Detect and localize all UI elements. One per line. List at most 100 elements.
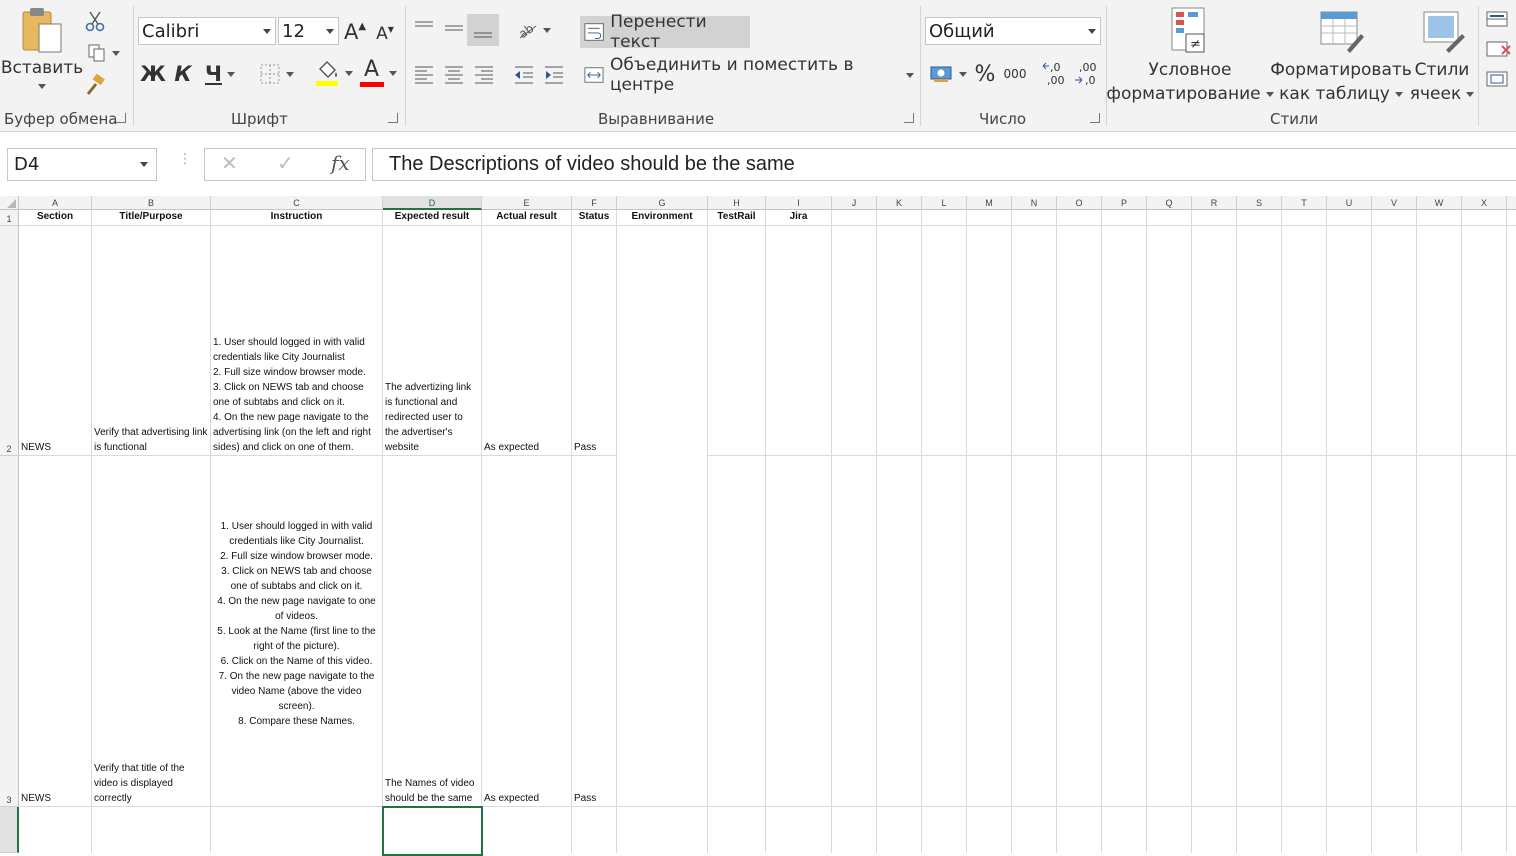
column-header-r[interactable]: R bbox=[1192, 196, 1237, 210]
column-header-q[interactable]: Q bbox=[1147, 196, 1192, 210]
select-all-corner[interactable] bbox=[0, 196, 19, 210]
column-header-x[interactable]: X bbox=[1462, 196, 1507, 210]
cell-d3[interactable]: The Names of video should be the same bbox=[383, 456, 482, 807]
cell-b4[interactable] bbox=[92, 807, 211, 853]
name-box[interactable]: D4 bbox=[7, 148, 157, 181]
align-top-button[interactable] bbox=[410, 14, 438, 42]
row-header-1[interactable]: 1 bbox=[0, 210, 19, 226]
column-header-w[interactable]: W bbox=[1417, 196, 1462, 210]
column-header-g[interactable]: G bbox=[617, 196, 708, 210]
column-header-t[interactable]: T bbox=[1282, 196, 1327, 210]
cell-h1[interactable]: TestRail bbox=[708, 210, 766, 226]
cut-button[interactable] bbox=[82, 8, 108, 34]
cell-c1[interactable]: Instruction bbox=[211, 210, 383, 226]
shrink-font-button[interactable]: A ▼ bbox=[372, 20, 398, 48]
align-middle-button[interactable] bbox=[440, 14, 468, 42]
worksheet-grid[interactable]: A B C D E F G H I J K L M N O P Q R S T … bbox=[0, 196, 1516, 856]
row-header-2[interactable]: 2 bbox=[0, 226, 19, 456]
cell-a4[interactable] bbox=[19, 807, 92, 853]
cell-c3[interactable]: 1. User should logged in with valid cred… bbox=[211, 456, 383, 807]
column-header-o[interactable]: O bbox=[1057, 196, 1102, 210]
font-color-button[interactable]: A bbox=[356, 58, 400, 88]
fill-color-button[interactable] bbox=[311, 58, 355, 88]
column-header-p[interactable]: P bbox=[1102, 196, 1147, 210]
column-header-e[interactable]: E bbox=[482, 196, 572, 210]
column-header-j[interactable]: J bbox=[832, 196, 877, 210]
font-size-select[interactable]: 12 bbox=[278, 17, 339, 45]
cell-a2[interactable]: NEWS bbox=[19, 226, 92, 456]
percent-style-button[interactable]: % bbox=[972, 60, 998, 88]
format-painter-button[interactable] bbox=[82, 72, 108, 98]
column-header-d[interactable]: D bbox=[383, 196, 482, 210]
alignment-dialog-launcher-icon[interactable] bbox=[904, 113, 914, 123]
cell-f1[interactable]: Status bbox=[572, 210, 617, 226]
column-header-b[interactable]: B bbox=[92, 196, 211, 210]
increase-indent-button[interactable] bbox=[540, 60, 568, 88]
cell-i1[interactable]: Jira bbox=[766, 210, 832, 226]
cell-c2[interactable]: 1. User should logged in with valid cred… bbox=[211, 226, 383, 456]
font-dialog-launcher-icon[interactable] bbox=[388, 113, 398, 123]
formula-input[interactable]: The Descriptions of video should be the … bbox=[372, 148, 1516, 181]
format-as-table-button[interactable]: Форматировать как таблицу bbox=[1270, 6, 1412, 106]
decrease-decimal-button[interactable]: ,00,0 bbox=[1072, 58, 1102, 90]
cell-d1[interactable]: Expected result bbox=[383, 210, 482, 226]
column-header-n[interactable]: N bbox=[1012, 196, 1057, 210]
merge-center-button[interactable]: Объединить и поместить в центре bbox=[580, 55, 914, 95]
column-header-u[interactable]: U bbox=[1327, 196, 1372, 210]
comma-style-button[interactable]: 000 bbox=[1002, 60, 1028, 88]
align-left-button[interactable] bbox=[410, 60, 438, 88]
cell-styles-button[interactable]: Стили ячеек bbox=[1410, 6, 1475, 106]
insert-cells-button[interactable] bbox=[1486, 8, 1516, 32]
cell-e4[interactable] bbox=[482, 807, 572, 853]
cell-a1[interactable]: Section bbox=[19, 210, 92, 226]
align-right-button[interactable] bbox=[470, 60, 498, 88]
increase-decimal-button[interactable]: ,0,00 bbox=[1040, 58, 1070, 90]
wrap-text-button[interactable]: Перенести текст bbox=[580, 12, 750, 52]
column-header-s[interactable]: S bbox=[1237, 196, 1282, 210]
borders-button[interactable] bbox=[254, 60, 298, 88]
grow-font-button[interactable]: A ▲ bbox=[342, 18, 368, 46]
font-name-select[interactable]: Calibri bbox=[138, 17, 276, 45]
align-bottom-button[interactable] bbox=[467, 14, 499, 46]
cell-f2[interactable]: Pass bbox=[572, 226, 617, 456]
cell-b3[interactable]: Verify that title of the video is displa… bbox=[92, 456, 211, 807]
decrease-indent-button[interactable] bbox=[510, 60, 538, 88]
cell-d2[interactable]: The advertizing link is functional and r… bbox=[383, 226, 482, 456]
copy-button[interactable] bbox=[82, 40, 124, 66]
formula-bar-splitter[interactable]: ⋮ bbox=[178, 152, 192, 174]
column-header-partial[interactable] bbox=[1507, 196, 1516, 210]
delete-cells-button[interactable] bbox=[1486, 38, 1516, 62]
column-header-l[interactable]: L bbox=[922, 196, 967, 210]
orientation-button[interactable]: ab bbox=[510, 16, 556, 44]
cell-b1[interactable]: Title/Purpose bbox=[92, 210, 211, 226]
chevron-down-icon[interactable] bbox=[38, 84, 46, 89]
cell-g1[interactable]: Environment bbox=[617, 210, 708, 226]
clipboard-dialog-launcher-icon[interactable] bbox=[116, 113, 126, 123]
cell-b2[interactable]: Verify that advertising link is function… bbox=[92, 226, 211, 456]
format-cells-button[interactable] bbox=[1486, 68, 1516, 92]
row-header-4[interactable] bbox=[0, 807, 19, 853]
insert-function-icon[interactable]: fx bbox=[331, 151, 350, 175]
cancel-icon[interactable]: ✕ bbox=[221, 151, 238, 175]
cell-a3[interactable]: NEWS bbox=[19, 456, 92, 807]
currency-format-button[interactable] bbox=[926, 60, 970, 88]
column-header-h[interactable]: H bbox=[708, 196, 766, 210]
enter-icon[interactable]: ✓ bbox=[277, 151, 294, 175]
column-header-a[interactable]: A bbox=[19, 196, 92, 210]
cell-e1[interactable]: Actual result bbox=[482, 210, 572, 226]
align-center-button[interactable] bbox=[440, 60, 468, 88]
row-header-3[interactable]: 3 bbox=[0, 456, 19, 807]
cell-f3[interactable]: Pass bbox=[572, 456, 617, 807]
paste-button[interactable]: Вставить bbox=[1, 6, 83, 102]
column-header-i[interactable]: I bbox=[766, 196, 832, 210]
cell-e3[interactable]: As expected bbox=[482, 456, 572, 807]
cell-f4[interactable] bbox=[572, 807, 617, 853]
column-header-f[interactable]: F bbox=[572, 196, 617, 210]
column-header-k[interactable]: K bbox=[877, 196, 922, 210]
conditional-formatting-button[interactable]: ≠ Условное форматирование bbox=[1106, 6, 1274, 106]
column-header-c[interactable]: C bbox=[211, 196, 383, 210]
number-dialog-launcher-icon[interactable] bbox=[1090, 113, 1100, 123]
column-header-m[interactable]: M bbox=[967, 196, 1012, 210]
cell-e2[interactable]: As expected bbox=[482, 226, 572, 456]
selected-cell-d4[interactable] bbox=[382, 806, 483, 856]
